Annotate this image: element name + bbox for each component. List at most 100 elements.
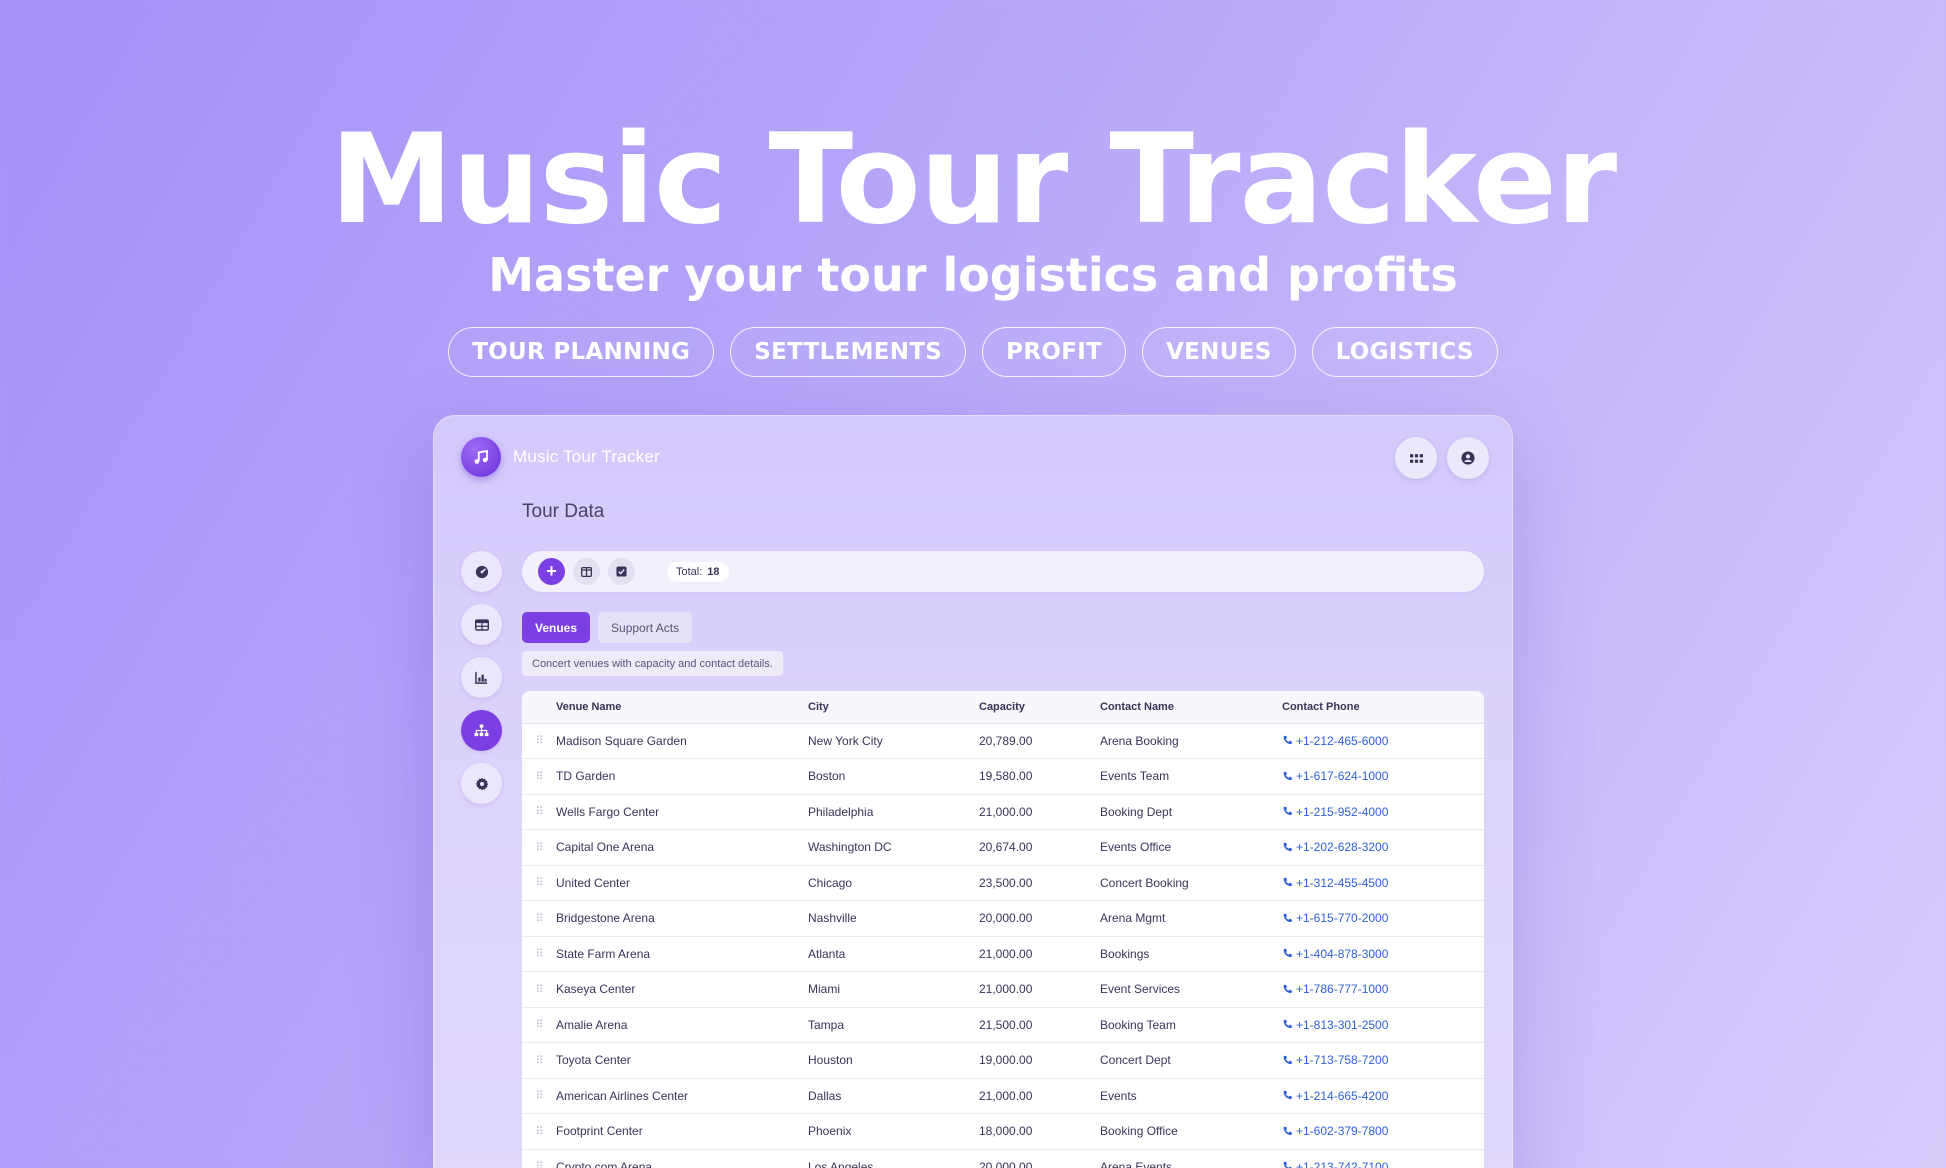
- drag-handle-icon[interactable]: ⠿: [522, 758, 556, 795]
- table-row[interactable]: ⠿ TD Garden Boston 19,580.00 Events Team +1-6…: [522, 758, 1484, 795]
- cell-capacity: 20,000.00: [979, 1149, 1100, 1168]
- phone-link[interactable]: +1-212-465-6000: [1282, 734, 1484, 748]
- phone-number: +1-786-777-1000: [1296, 982, 1389, 997]
- phone-link[interactable]: +1-312-455-4500: [1282, 876, 1484, 890]
- col-contact-name[interactable]: Contact Name: [1100, 691, 1282, 724]
- cell-venue-name: Wells Fargo Center: [556, 794, 808, 830]
- select-checkbox-icon[interactable]: [608, 558, 635, 585]
- phone-link[interactable]: +1-202-628-3200: [1282, 840, 1484, 854]
- phone-link[interactable]: +1-615-770-2000: [1282, 911, 1484, 925]
- phone-link[interactable]: +1-617-624-1000: [1282, 769, 1484, 783]
- drag-handle-icon[interactable]: ⠿: [522, 723, 556, 759]
- phone-icon: [1283, 736, 1292, 745]
- cell-contact-phone: +1-602-379-7800: [1282, 1113, 1484, 1150]
- dashboard-icon[interactable]: [461, 551, 502, 592]
- cell-capacity: 21,000.00: [979, 936, 1100, 972]
- cell-contact-name: Booking Team: [1100, 1007, 1282, 1043]
- table-row[interactable]: ⠿ Footprint Center Phoenix 18,000.00 Booking…: [522, 1113, 1484, 1150]
- drag-handle-icon[interactable]: ⠿: [522, 865, 556, 901]
- table-row[interactable]: ⠿ Capital One Arena Washington DC 20,674.00…: [522, 829, 1484, 866]
- phone-link[interactable]: +1-713-758-7200: [1282, 1053, 1484, 1067]
- phone-icon: [1283, 1020, 1292, 1029]
- phone-link[interactable]: +1-213-742-7100: [1282, 1160, 1484, 1168]
- apps-grid-icon[interactable]: [1395, 437, 1437, 479]
- cell-contact-phone: +1-202-628-3200: [1282, 829, 1484, 866]
- cell-capacity: 19,000.00: [979, 1042, 1100, 1079]
- drag-handle-icon[interactable]: ⠿: [522, 936, 556, 972]
- cell-contact-name: Event Services: [1100, 971, 1282, 1008]
- cell-city: Houston: [808, 1042, 979, 1079]
- table-row[interactable]: ⠿ American Airlines Center Dallas 21,000.00…: [522, 1078, 1484, 1114]
- table-row[interactable]: ⠿ Wells Fargo Center Philadelphia 21,000.00…: [522, 794, 1484, 830]
- table-row[interactable]: ⠿ Kaseya Center Miami 21,000.00 Event Servic…: [522, 971, 1484, 1008]
- table-tabs: Venues Support Acts: [522, 612, 693, 643]
- cell-venue-name: State Farm Arena: [556, 936, 808, 972]
- phone-icon: [1283, 1126, 1292, 1135]
- cell-capacity: 23,500.00: [979, 865, 1100, 901]
- table-row[interactable]: ⠿ Madison Square Garden New York City 20,78…: [522, 723, 1484, 759]
- cell-city: Philadelphia: [808, 794, 979, 830]
- col-contact-phone[interactable]: Contact Phone: [1282, 691, 1484, 724]
- drag-handle-icon[interactable]: ⠿: [522, 1113, 556, 1150]
- phone-icon: [1283, 807, 1292, 816]
- drag-handle-icon[interactable]: ⠿: [522, 1007, 556, 1043]
- section-title: Tour Data: [522, 501, 605, 522]
- cell-venue-name: United Center: [556, 865, 808, 901]
- phone-link[interactable]: +1-813-301-2500: [1282, 1018, 1484, 1032]
- phone-number: +1-202-628-3200: [1296, 840, 1389, 855]
- phone-icon: [1283, 842, 1292, 851]
- cell-city: Nashville: [808, 900, 979, 937]
- table-toolbar: + Total: 18: [522, 551, 1484, 592]
- drag-column-header: [522, 691, 556, 724]
- sidebar: [461, 551, 502, 804]
- cell-contact-name: Arena Events: [1100, 1149, 1282, 1168]
- hierarchy-icon[interactable]: [461, 710, 502, 751]
- drag-handle-icon[interactable]: ⠿: [522, 794, 556, 830]
- table-row[interactable]: ⠿ Toyota Center Houston 19,000.00 Concert De…: [522, 1042, 1484, 1079]
- chart-icon[interactable]: [461, 657, 502, 698]
- col-city[interactable]: City: [808, 691, 979, 724]
- table-row[interactable]: ⠿ Amalie Arena Tampa 21,500.00 Booking Team +…: [522, 1007, 1484, 1043]
- col-venue-name[interactable]: Venue Name: [556, 691, 808, 724]
- cell-contact-phone: +1-212-465-6000: [1282, 723, 1484, 759]
- phone-number: +1-615-770-2000: [1296, 911, 1389, 926]
- table-row[interactable]: ⠿ United Center Chicago 23,500.00 Concert Bo…: [522, 865, 1484, 901]
- phone-link[interactable]: +1-215-952-4000: [1282, 805, 1484, 819]
- cell-city: Boston: [808, 758, 979, 795]
- table-row[interactable]: ⠿ State Farm Arena Atlanta 21,000.00 Booking…: [522, 936, 1484, 972]
- table-row[interactable]: ⠿ Crypto.com Arena Los Angeles 20,000.00 Are…: [522, 1149, 1484, 1168]
- cell-capacity: 21,000.00: [979, 794, 1100, 830]
- phone-link[interactable]: +1-602-379-7800: [1282, 1124, 1484, 1138]
- settings-icon[interactable]: [461, 763, 502, 804]
- tab-venues[interactable]: Venues: [522, 612, 591, 643]
- drag-handle-icon[interactable]: ⠿: [522, 1078, 556, 1114]
- cell-city: Washington DC: [808, 829, 979, 866]
- drag-handle-icon[interactable]: ⠿: [522, 1149, 556, 1168]
- phone-link[interactable]: +1-786-777-1000: [1282, 982, 1484, 996]
- cell-city: Miami: [808, 971, 979, 1008]
- drag-handle-icon[interactable]: ⠿: [522, 1042, 556, 1079]
- phone-icon: [1283, 913, 1292, 922]
- add-record-button[interactable]: +: [538, 558, 565, 585]
- table-description: Concert venues with capacity and contact…: [522, 651, 783, 676]
- cell-contact-phone: +1-213-742-7100: [1282, 1149, 1484, 1168]
- music-note-icon[interactable]: [461, 437, 501, 477]
- cell-city: New York City: [808, 723, 979, 759]
- cell-contact-name: Concert Booking: [1100, 865, 1282, 901]
- drag-handle-icon[interactable]: ⠿: [522, 971, 556, 1008]
- cell-contact-name: Events: [1100, 1078, 1282, 1114]
- app-header: Music Tour Tracker: [461, 437, 660, 477]
- tab-support-acts[interactable]: Support Acts: [598, 612, 693, 643]
- phone-link[interactable]: +1-404-878-3000: [1282, 947, 1484, 961]
- drag-handle-icon[interactable]: ⠿: [522, 900, 556, 937]
- cell-venue-name: TD Garden: [556, 758, 808, 795]
- phone-link[interactable]: +1-214-665-4200: [1282, 1089, 1484, 1103]
- user-account-icon[interactable]: [1447, 437, 1489, 479]
- table-icon[interactable]: [461, 604, 502, 645]
- hero-subtitle: Master your tour logistics and profits: [488, 248, 1458, 302]
- phone-number: +1-617-624-1000: [1296, 769, 1389, 784]
- col-capacity[interactable]: Capacity: [979, 691, 1100, 724]
- table-row[interactable]: ⠿ Bridgestone Arena Nashville 20,000.00 Aren…: [522, 900, 1484, 937]
- drag-handle-icon[interactable]: ⠿: [522, 829, 556, 866]
- columns-icon[interactable]: [573, 558, 600, 585]
